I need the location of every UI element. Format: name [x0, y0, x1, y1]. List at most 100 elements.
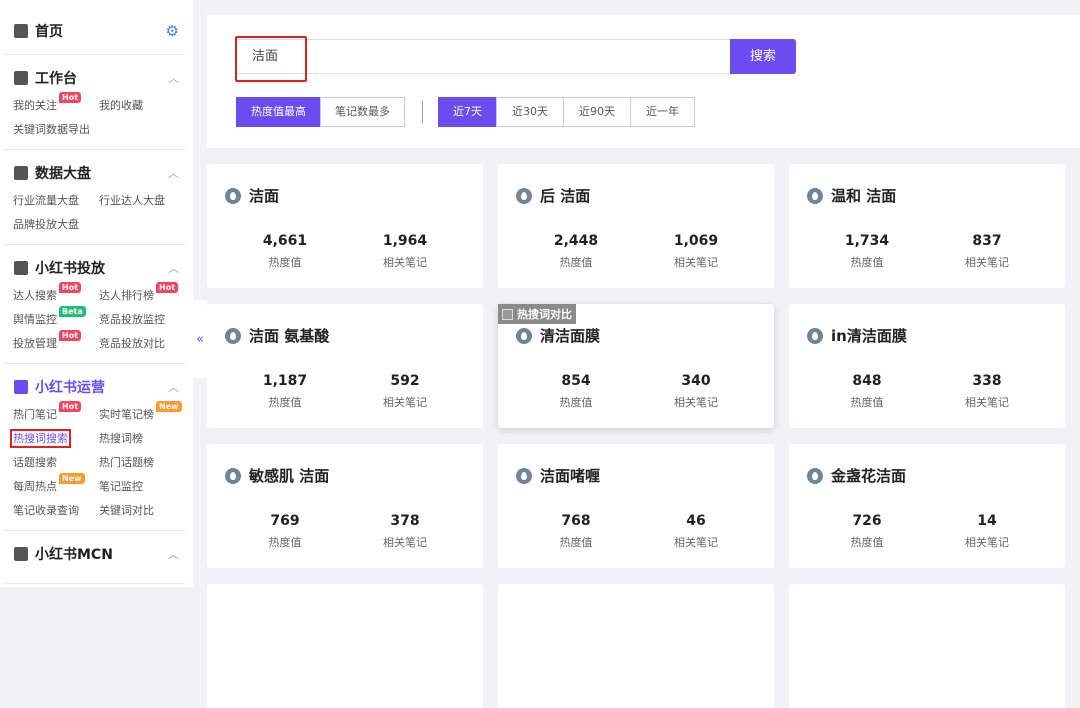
checkbox-icon — [502, 309, 513, 320]
notes-label: 相关笔记 — [646, 394, 746, 410]
sidebar: 首页 ⚙ 工作台 ︿ 我的关注Hot我的收藏关键词数据导出数据大盘︿ 行业流量大盘行业达… — [0, 0, 193, 587]
sidebar-item-label: 品牌投放大盘 — [13, 218, 79, 231]
section-header[interactable]: 小红书投放︿ — [4, 253, 185, 283]
notes-value: 378 — [355, 513, 455, 529]
keyword-card[interactable]: 敏感肌 洁面 769热度值 378相关笔记 — [207, 444, 483, 568]
sidebar-item-label: 舆情监控 — [13, 313, 57, 326]
sidebar-item[interactable]: 热搜词榜 — [99, 430, 185, 448]
sidebar-item[interactable]: 关键词数据导出 — [13, 121, 99, 139]
heat-label: 热度值 — [526, 254, 626, 270]
section-title: 工作台 — [35, 68, 77, 88]
compare-checkbox[interactable]: 热搜词对比 — [498, 304, 576, 324]
chevron-up-icon[interactable]: ︿ — [168, 70, 179, 86]
flame-icon — [516, 328, 532, 344]
range-group: 近7天 近30天 近90天 近一年 — [439, 97, 695, 127]
keyword-card[interactable] — [207, 584, 483, 708]
keyword-card[interactable] — [789, 584, 1065, 708]
sidebar-item[interactable]: 投放管理Hot — [13, 335, 99, 353]
card-title: 洁面 氨基酸 — [249, 325, 329, 346]
range-7d[interactable]: 近7天 — [438, 97, 497, 127]
home-icon — [14, 24, 28, 38]
sidebar-item-label: 竞品投放对比 — [99, 337, 165, 350]
home-label: 首页 — [35, 21, 63, 41]
section-icon — [14, 380, 28, 394]
heat-value: 4,661 — [235, 233, 335, 249]
keyword-card[interactable] — [498, 584, 774, 708]
sidebar-item[interactable]: 每周热点New — [13, 478, 99, 496]
range-30d[interactable]: 近30天 — [496, 97, 564, 127]
heat-label: 热度值 — [235, 254, 335, 270]
settings-icon[interactable]: ⚙ — [166, 22, 179, 40]
sidebar-item[interactable]: 竞品投放监控 — [99, 311, 185, 329]
badge: Hot — [59, 282, 81, 293]
sidebar-item[interactable]: 舆情监控Beta — [13, 311, 99, 329]
sidebar-home[interactable]: 首页 ⚙ — [4, 0, 185, 55]
sidebar-item-label: 话题搜索 — [13, 456, 57, 469]
sidebar-item[interactable]: 热搜词搜索 — [13, 430, 99, 448]
search-button[interactable]: 搜索 — [730, 39, 796, 74]
card-title: 后 洁面 — [540, 185, 590, 206]
section-title: 小红书MCN — [35, 544, 113, 564]
heat-value: 1,734 — [817, 233, 917, 249]
keyword-card[interactable]: 金盏花洁面 726热度值 14相关笔记 — [789, 444, 1065, 568]
sidebar-item[interactable]: 我的收藏 — [99, 97, 185, 115]
sidebar-item-label: 关键词对比 — [99, 504, 154, 517]
heat-label: 热度值 — [817, 254, 917, 270]
section-header[interactable]: 小红书MCN ︿ — [4, 539, 185, 569]
sidebar-item[interactable]: 竞品投放对比 — [99, 335, 185, 353]
keyword-card[interactable]: 洁面 4,661热度值 1,964相关笔记 — [207, 164, 483, 288]
sidebar-item[interactable]: 热门笔记Hot — [13, 406, 99, 424]
card-title: in清洁面膜 — [831, 325, 907, 346]
search-input[interactable]: 洁面 — [235, 39, 731, 74]
compare-label: 热搜词对比 — [517, 306, 572, 322]
section-header[interactable]: 工作台 ︿ — [4, 63, 185, 93]
chevron-up-icon[interactable]: ︿ — [168, 260, 179, 276]
sidebar-item[interactable]: 实时笔记榜New — [99, 406, 185, 424]
section-icon — [14, 547, 28, 561]
sidebar-item[interactable]: 我的关注Hot — [13, 97, 99, 115]
sidebar-item[interactable]: 品牌投放大盘 — [13, 216, 99, 234]
flame-icon — [225, 468, 241, 484]
heat-label: 热度值 — [235, 534, 335, 550]
chevron-up-icon[interactable]: ︿ — [168, 546, 179, 562]
sidebar-item[interactable]: 达人排行榜Hot — [99, 287, 185, 305]
badge: New — [59, 473, 85, 484]
sidebar-section: 工作台 ︿ 我的关注Hot我的收藏关键词数据导出 — [4, 55, 185, 150]
sidebar-item[interactable]: 关键词对比 — [99, 502, 185, 520]
section-icon — [14, 261, 28, 275]
badge: Hot — [59, 401, 81, 412]
section-header[interactable]: 数据大盘︿ — [4, 158, 185, 188]
sidebar-item[interactable]: 行业流量大盘 — [13, 192, 99, 210]
keyword-card[interactable]: 洁面 氨基酸 1,187热度值 592相关笔记 — [207, 304, 483, 428]
chevron-up-icon[interactable]: ︿ — [168, 165, 179, 181]
sort-heat[interactable]: 热度值最高 — [236, 97, 321, 127]
sidebar-item[interactable]: 行业达人大盘 — [99, 192, 185, 210]
section-header[interactable]: 小红书运营︿ — [4, 372, 185, 402]
sidebar-item[interactable]: 话题搜索 — [13, 454, 99, 472]
notes-value: 592 — [355, 373, 455, 389]
sidebar-item[interactable]: 笔记收录查询 — [13, 502, 99, 520]
flame-icon — [516, 468, 532, 484]
notes-value: 1,964 — [355, 233, 455, 249]
section-icon — [14, 71, 28, 85]
card-title: 清洁面膜 — [540, 325, 600, 346]
range-90d[interactable]: 近90天 — [563, 97, 631, 127]
keyword-card[interactable]: 洁面啫喱 768热度值 46相关笔记 — [498, 444, 774, 568]
keyword-card[interactable]: 后 洁面 2,448热度值 1,069相关笔记 — [498, 164, 774, 288]
sidebar-item[interactable]: 笔记监控 — [99, 478, 185, 496]
keyword-card[interactable]: 温和 洁面 1,734热度值 837相关笔记 — [789, 164, 1065, 288]
sidebar-item-label: 笔记监控 — [99, 480, 143, 493]
notes-label: 相关笔记 — [937, 534, 1037, 550]
collapse-sidebar-button[interactable]: « — [193, 300, 207, 378]
sidebar-item[interactable]: 达人搜索Hot — [13, 287, 99, 305]
keyword-card[interactable]: 热搜词对比清洁面膜 854热度值 340相关笔记 — [498, 304, 774, 428]
notes-value: 338 — [937, 373, 1037, 389]
range-1y[interactable]: 近一年 — [630, 97, 695, 127]
keyword-card[interactable]: in清洁面膜 848热度值 338相关笔记 — [789, 304, 1065, 428]
flame-icon — [225, 188, 241, 204]
sidebar-item-label: 行业达人大盘 — [99, 194, 165, 207]
sort-notes[interactable]: 笔记数最多 — [320, 97, 405, 127]
sidebar-item-label: 热搜词榜 — [99, 432, 143, 445]
chevron-up-icon[interactable]: ︿ — [168, 379, 179, 395]
sidebar-item[interactable]: 热门话题榜 — [99, 454, 185, 472]
